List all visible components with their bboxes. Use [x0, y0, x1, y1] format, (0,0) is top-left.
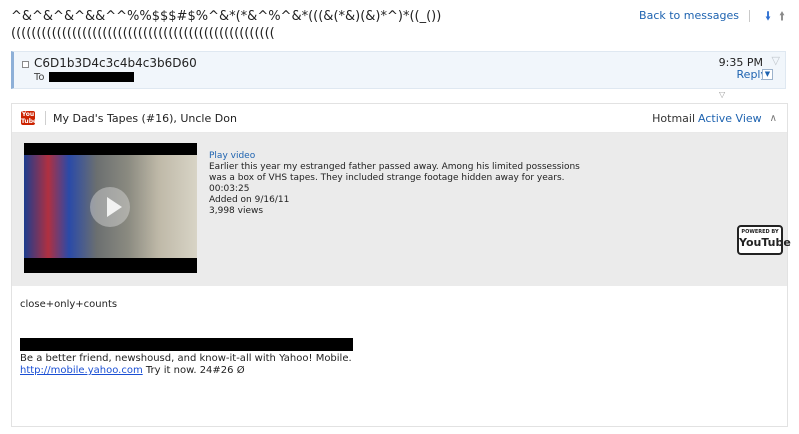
body-text: http://mobile.yahoo.com Try it now. 24#2…: [20, 365, 245, 377]
youtube-icon: You Tube: [21, 111, 38, 125]
redacted-text: [20, 338, 353, 351]
top-actions: Back to messages 🠛 🠙: [639, 9, 785, 22]
play-video-link[interactable]: Play video: [209, 151, 589, 162]
video-duration: 00:03:25: [209, 184, 250, 194]
video-added-date: Added on 9/16/11: [209, 195, 290, 205]
video-card: Play video Earlier this year my estrange…: [12, 133, 791, 286]
powered-by-label: POWERED BY: [741, 229, 779, 235]
divider: [45, 111, 46, 125]
youtube-logo-text: YouTube: [739, 236, 791, 249]
up-arrow-icon[interactable]: 🠙: [779, 10, 785, 22]
video-description: Earlier this year my estranged father pa…: [209, 162, 580, 183]
message-header: C6D1b3D4c3c4b4c3b6D60 To 9:35 PM ▽ Reply…: [11, 51, 786, 89]
video-thumbnail[interactable]: [24, 143, 197, 273]
powered-by-youtube-logo[interactable]: POWERED BY YouTube: [737, 225, 791, 255]
play-triangle: [107, 197, 122, 217]
active-view-controls: Hotmail Active View ∧: [652, 112, 777, 125]
message-subject: ^&^&^&^&&^^%%$$$#$%^&*(*&^%^&*(((&(*&)(&…: [11, 9, 442, 41]
video-title: My Dad's Tapes (#16), Uncle Don: [53, 112, 237, 125]
redacted-recipient: [49, 72, 134, 82]
checkbox-icon[interactable]: [22, 61, 29, 68]
back-to-messages-link[interactable]: Back to messages: [639, 9, 739, 22]
message-body: You Tube My Dad's Tapes (#16), Uncle Don …: [11, 103, 791, 427]
body-text: close+only+counts: [20, 299, 118, 310]
collapse-icon[interactable]: ∧: [770, 113, 777, 124]
yahoo-mobile-link[interactable]: http://mobile.yahoo.com: [20, 365, 143, 376]
to-label: To: [34, 72, 45, 83]
chevron-down-icon[interactable]: ▼: [762, 69, 773, 80]
hotmail-label: Hotmail: [652, 112, 696, 125]
video-views: 3,998 views: [209, 206, 264, 216]
expand-icon[interactable]: ▽: [719, 90, 725, 99]
down-arrow-icon[interactable]: 🠛: [765, 10, 771, 22]
divider: [748, 9, 750, 22]
active-view-header: You Tube My Dad's Tapes (#16), Uncle Don …: [12, 104, 787, 133]
active-view-link[interactable]: Active View: [698, 112, 762, 125]
video-details: Play video Earlier this year my estrange…: [209, 151, 589, 217]
flag-icon[interactable]: ▽: [772, 54, 780, 67]
body-text-tail: Try it now. 24#26 Ø: [142, 365, 245, 376]
sender-name[interactable]: C6D1b3D4c3c4b4c3b6D60: [34, 56, 197, 70]
body-text: Be a better friend, newshousd, and know-…: [20, 353, 352, 364]
